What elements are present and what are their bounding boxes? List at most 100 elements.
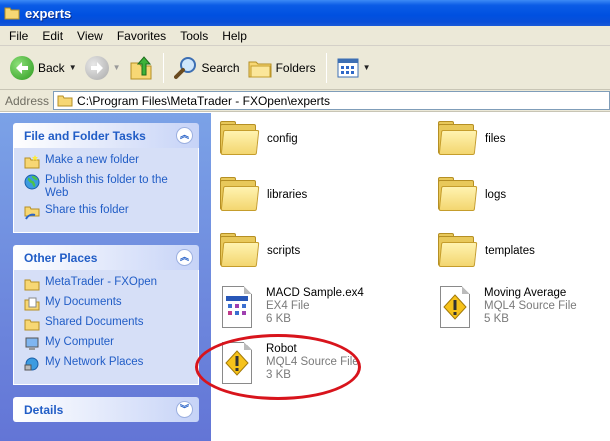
task-make-new-folder[interactable]: Make a new folder bbox=[24, 154, 192, 170]
toolbar-separator bbox=[325, 52, 327, 83]
folder-item-scripts[interactable]: scripts bbox=[219, 233, 300, 269]
folder-icon bbox=[219, 177, 260, 213]
menu-view[interactable]: View bbox=[70, 29, 110, 43]
file-folder-tasks-header[interactable]: File and Folder Tasks ︽ bbox=[13, 123, 199, 148]
item-name: templates bbox=[485, 245, 535, 257]
panel-title: Other Places bbox=[24, 250, 98, 265]
place-my-computer[interactable]: My Computer bbox=[24, 336, 192, 352]
other-places-panel: Other Places ︽ MetaTrader - FXOpen My Do… bbox=[13, 245, 199, 385]
item-type: MQL4 Source File bbox=[484, 300, 577, 312]
task-label: Publish this folder to the Web bbox=[45, 174, 168, 199]
back-button[interactable]: Back ▼ bbox=[6, 51, 81, 85]
highlight-circle bbox=[195, 334, 361, 400]
menu-help[interactable]: Help bbox=[215, 29, 254, 43]
place-label: My Documents bbox=[45, 296, 122, 308]
folder-icon bbox=[437, 177, 478, 213]
address-input[interactable]: C:\Program Files\MetaTrader - FXOpen\exp… bbox=[53, 91, 610, 110]
other-places-header[interactable]: Other Places ︽ bbox=[13, 245, 199, 270]
menu-file[interactable]: File bbox=[2, 29, 35, 43]
panel-body: Make a new folder Publish this folder to… bbox=[13, 148, 199, 233]
item-size: 5 KB bbox=[484, 313, 509, 325]
place-my-documents[interactable]: My Documents bbox=[24, 296, 192, 312]
up-folder-icon bbox=[129, 55, 153, 81]
computer-icon bbox=[24, 336, 40, 352]
globe-icon bbox=[24, 174, 40, 190]
folder-icon bbox=[57, 94, 73, 107]
file-details: Moving Average MQL4 Source File 5 KB bbox=[484, 286, 577, 326]
item-name: config bbox=[267, 133, 298, 145]
title-bar: experts bbox=[0, 0, 610, 26]
toolbar-separator bbox=[162, 52, 164, 83]
views-dropdown-icon[interactable]: ▼ bbox=[363, 63, 371, 72]
item-name: files bbox=[485, 133, 506, 145]
place-metatrader[interactable]: MetaTrader - FXOpen bbox=[24, 276, 192, 292]
mql4-file-icon bbox=[438, 286, 472, 330]
place-label: MetaTrader - FXOpen bbox=[45, 276, 158, 288]
folder-icon bbox=[4, 6, 20, 20]
share-folder-icon bbox=[24, 204, 40, 220]
back-arrow-icon bbox=[10, 55, 34, 80]
expand-icon[interactable]: ︾ bbox=[176, 401, 193, 418]
place-my-network-places[interactable]: My Network Places bbox=[24, 356, 192, 372]
address-bar: Address C:\Program Files\MetaTrader - FX… bbox=[0, 90, 610, 112]
folder-icon bbox=[24, 276, 40, 292]
search-button[interactable]: Search bbox=[170, 51, 244, 85]
folder-icon bbox=[219, 121, 260, 157]
shared-folder-icon bbox=[24, 316, 40, 332]
network-icon bbox=[24, 356, 40, 372]
menu-bar: File Edit View Favorites Tools Help bbox=[0, 26, 610, 46]
forward-button[interactable]: ▼ bbox=[81, 51, 125, 85]
panel-title: File and Folder Tasks bbox=[24, 128, 146, 143]
new-folder-icon bbox=[24, 154, 40, 170]
folder-item-logs[interactable]: logs bbox=[437, 177, 506, 213]
toolbar: Back ▼ ▼ Search Folders ▼ bbox=[0, 46, 610, 90]
place-label: My Network Places bbox=[45, 356, 144, 368]
collapse-icon[interactable]: ︽ bbox=[176, 127, 193, 144]
item-name: libraries bbox=[267, 189, 308, 201]
menu-edit[interactable]: Edit bbox=[35, 29, 70, 43]
task-label: Share this folder bbox=[45, 204, 129, 216]
folder-item-templates[interactable]: templates bbox=[437, 233, 535, 269]
search-icon bbox=[173, 56, 198, 80]
forward-arrow-icon bbox=[84, 55, 109, 80]
panel-body: MetaTrader - FXOpen My Documents Shared … bbox=[13, 270, 199, 385]
folders-icon bbox=[248, 57, 272, 79]
task-share-folder[interactable]: Share this folder bbox=[24, 204, 192, 220]
folder-icon bbox=[219, 233, 260, 269]
folder-item-libraries[interactable]: libraries bbox=[219, 177, 307, 213]
folders-label: Folders bbox=[275, 60, 316, 75]
documents-icon bbox=[24, 296, 40, 312]
panel-title: Details bbox=[24, 402, 64, 417]
address-label: Address bbox=[5, 93, 50, 108]
item-name: MACD Sample.ex4 bbox=[266, 287, 364, 299]
item-name: Moving Average bbox=[484, 287, 567, 299]
task-label: Make a new folder bbox=[45, 154, 139, 166]
collapse-icon[interactable]: ︽ bbox=[176, 249, 193, 266]
details-header[interactable]: Details ︾ bbox=[13, 397, 199, 422]
file-folder-tasks-panel: File and Folder Tasks ︽ Make a new folde… bbox=[13, 123, 199, 233]
forward-dropdown-icon[interactable]: ▼ bbox=[113, 63, 121, 72]
folders-button[interactable]: Folders bbox=[244, 51, 320, 85]
file-item-macd-sample[interactable]: MACD Sample.ex4 EX4 File 6 KB bbox=[220, 286, 364, 330]
views-icon bbox=[337, 58, 359, 78]
folder-item-config[interactable]: config bbox=[219, 121, 298, 157]
details-panel: Details ︾ bbox=[13, 397, 199, 422]
ex4-file-icon bbox=[220, 286, 254, 330]
address-path: C:\Program Files\MetaTrader - FXOpen\exp… bbox=[77, 93, 330, 108]
back-dropdown-icon[interactable]: ▼ bbox=[69, 63, 77, 72]
up-folder-button[interactable] bbox=[125, 51, 157, 85]
window-title: experts bbox=[25, 5, 72, 21]
place-label: My Computer bbox=[45, 336, 115, 348]
folder-icon bbox=[437, 121, 478, 157]
folder-item-files[interactable]: files bbox=[437, 121, 505, 157]
menu-favorites[interactable]: Favorites bbox=[110, 29, 173, 43]
task-publish-to-web[interactable]: Publish this folder to the Web bbox=[24, 174, 192, 200]
place-shared-documents[interactable]: Shared Documents bbox=[24, 316, 192, 332]
search-label: Search bbox=[201, 60, 240, 75]
task-pane: File and Folder Tasks ︽ Make a new folde… bbox=[0, 113, 211, 441]
item-size: 6 KB bbox=[266, 313, 291, 325]
views-button[interactable]: ▼ bbox=[333, 51, 375, 85]
file-item-moving-average[interactable]: Moving Average MQL4 Source File 5 KB bbox=[438, 286, 577, 330]
menu-tools[interactable]: Tools bbox=[173, 29, 215, 43]
item-name: logs bbox=[485, 189, 507, 201]
